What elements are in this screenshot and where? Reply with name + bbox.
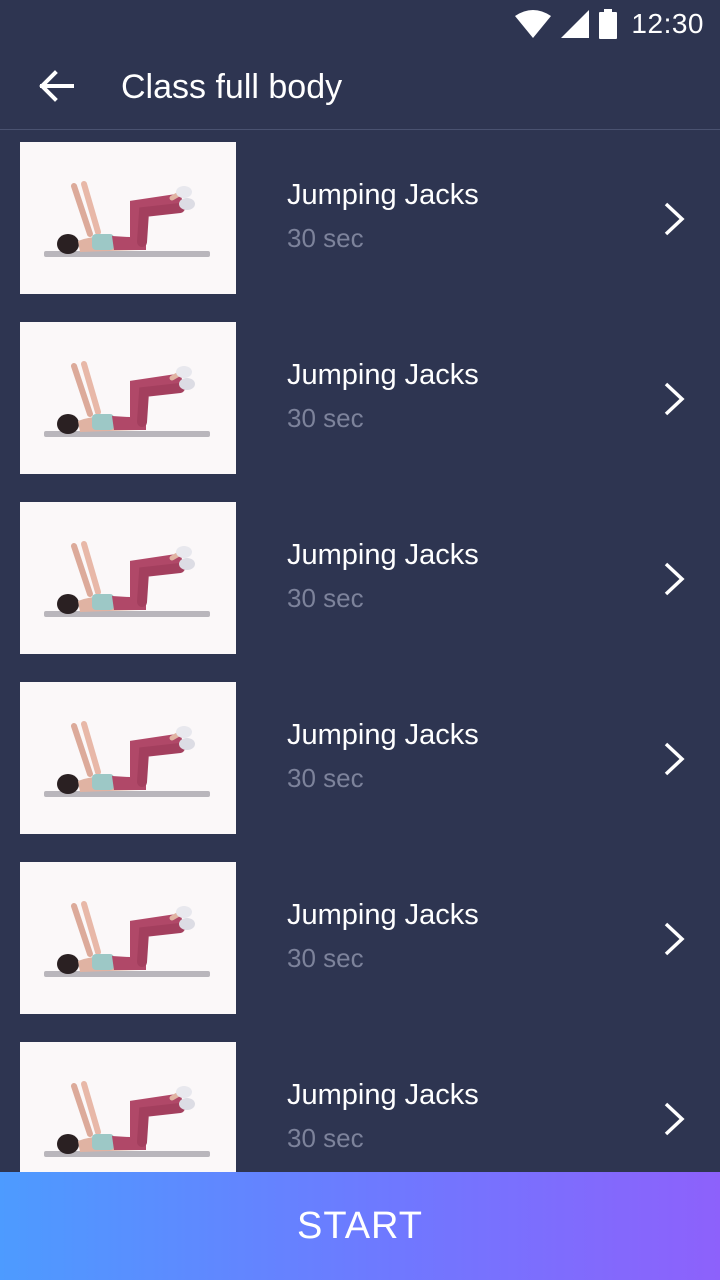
wifi-icon: [515, 10, 552, 38]
exercise-thumbnail: [20, 682, 236, 834]
page-title: Class full body: [121, 68, 343, 106]
chevron-right-icon: [650, 1095, 698, 1143]
start-button[interactable]: START: [0, 1172, 720, 1280]
exercise-item[interactable]: Jumping Jacks 30 sec: [0, 851, 720, 1031]
exercise-item[interactable]: Jumping Jacks 30 sec: [0, 671, 720, 851]
exercise-thumbnail: [20, 502, 236, 654]
exercise-thumbnail: [20, 862, 236, 1014]
screen: 12:30 Class full body Jumping Jacks 30 s…: [0, 0, 720, 1280]
exercise-duration: 30 sec: [287, 763, 364, 793]
battery-icon: [599, 9, 618, 39]
status-bar: 12:30: [0, 0, 720, 48]
exercise-thumbnail: [20, 1042, 236, 1172]
exercise-name: Jumping Jacks: [287, 359, 479, 391]
status-icons: 12:30: [515, 8, 704, 40]
status-time: 12:30: [631, 8, 704, 39]
exercise-thumbnail: [20, 142, 236, 294]
exercise-duration: 30 sec: [287, 583, 364, 613]
exercise-name: Jumping Jacks: [287, 899, 479, 931]
exercise-duration: 30 sec: [287, 223, 364, 253]
exercise-name: Jumping Jacks: [287, 539, 479, 571]
exercise-duration: 30 sec: [287, 943, 364, 973]
chevron-right-icon: [650, 735, 698, 783]
exercise-item[interactable]: Jumping Jacks 30 sec: [0, 1031, 720, 1172]
exercise-name: Jumping Jacks: [287, 719, 479, 751]
exercise-item[interactable]: Jumping Jacks 30 sec: [0, 491, 720, 671]
cellular-signal-icon: [561, 10, 590, 38]
exercise-item[interactable]: Jumping Jacks 30 sec: [0, 311, 720, 491]
exercise-duration: 30 sec: [287, 1123, 364, 1153]
app-bar: Class full body: [0, 48, 720, 130]
exercise-thumbnail: [20, 322, 236, 474]
exercise-list: Jumping Jacks 30 sec Jumping Jacks 30 se…: [0, 131, 720, 1172]
start-button-label: START: [296, 1204, 424, 1247]
chevron-right-icon: [650, 915, 698, 963]
exercise-name: Jumping Jacks: [287, 1079, 479, 1111]
exercise-name: Jumping Jacks: [287, 179, 479, 211]
chevron-right-icon: [650, 375, 698, 423]
back-button[interactable]: [24, 62, 88, 114]
arrow-left-icon: [38, 69, 74, 107]
chevron-right-icon: [650, 195, 698, 243]
chevron-right-icon: [650, 555, 698, 603]
exercise-item[interactable]: Jumping Jacks 30 sec: [0, 131, 720, 311]
exercise-duration: 30 sec: [287, 403, 364, 433]
